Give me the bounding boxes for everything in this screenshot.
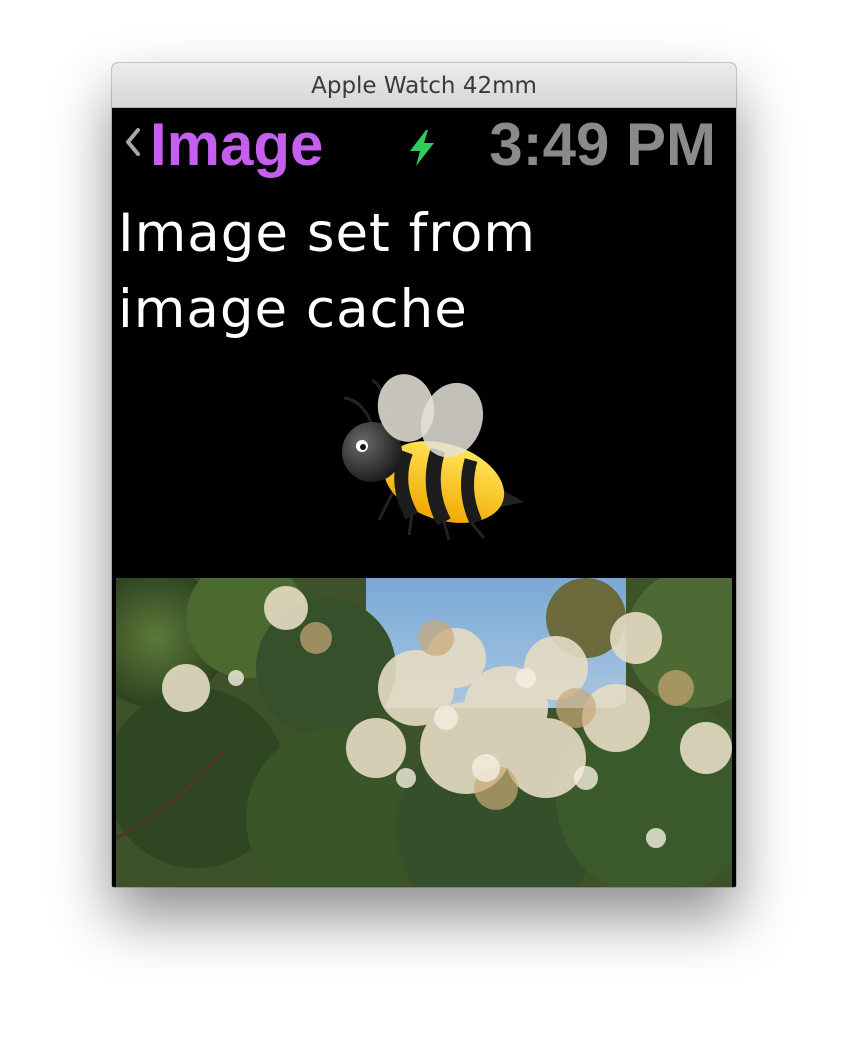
status-time: 3:49 PM [489,111,716,178]
flowering-tree-photo [116,578,732,887]
navigation-bar: Image 3:49 PM [112,108,736,188]
chevron-left-icon[interactable] [118,120,148,164]
window-title: Apple Watch 42mm [311,73,537,99]
image-caption-label: Image set from image cache [118,203,537,340]
simulator-window: Apple Watch 42mm Image 3:49 PM Image set… [112,63,736,887]
watch-screen: Image 3:49 PM Image set from image cache [112,108,736,887]
window-title-bar[interactable]: Apple Watch 42mm [112,63,736,108]
bee-emoji-image [342,374,524,541]
charging-bolt-icon [410,130,434,166]
page-title[interactable]: Image [150,110,323,180]
